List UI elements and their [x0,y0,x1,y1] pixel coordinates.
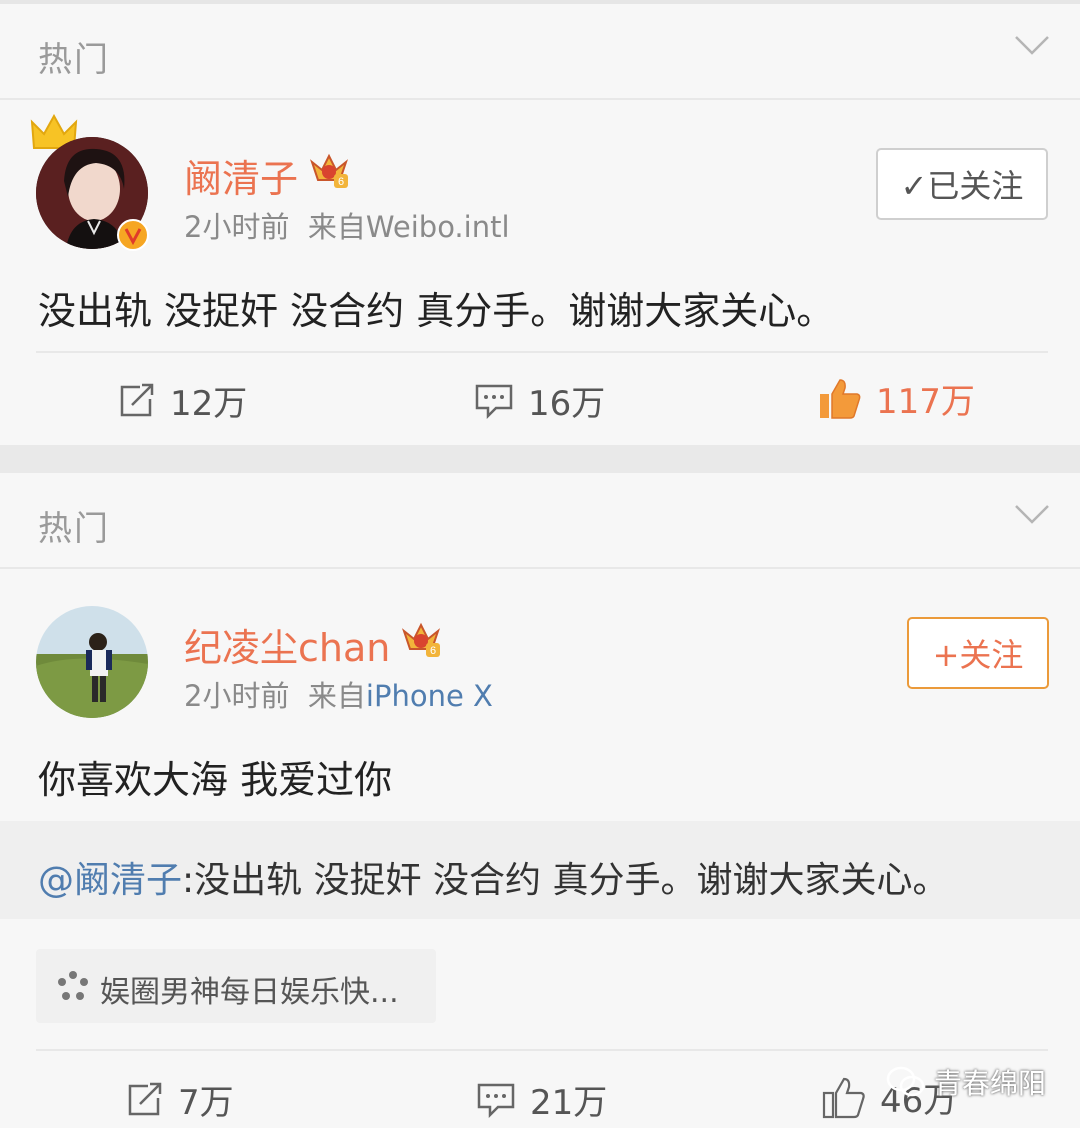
post-time: 2小时前 [184,210,290,244]
post-meta: 2小时前 来自iPhone X [184,673,493,715]
verified-icon [116,218,150,256]
post-source[interactable]: iPhone X [366,679,493,713]
watermark-label: 青春绵阳 [933,1067,1046,1100]
tag-icon [56,969,90,1007]
comment-count: 21万 [530,1083,608,1123]
comment-button[interactable]: 16万 [474,376,605,425]
username[interactable]: 阚清子 [184,148,298,203]
wechat-icon [886,1066,925,1097]
weibo-post: 阚清子 6 2小时前 来自Weibo.intl ✓已关注 没出轨 没捉奸 没合约… [0,100,1080,445]
divider [36,1049,1048,1051]
section-label: 热门 [38,509,110,549]
tag-label: 娱圈男神每日娱乐快... [100,975,399,1010]
repost-count: 12万 [170,384,248,424]
vip-badge-icon: 6 [308,150,350,194]
comment-icon [475,384,513,419]
like-count: 117万 [876,382,975,422]
vip-badge-icon: 6 [400,619,442,663]
repost-button[interactable]: 7万 [126,1075,234,1124]
post-text: 你喜欢大海 我爱过你 [38,758,393,802]
source-prefix: 来自 [307,679,366,713]
repost-count: 7万 [178,1083,234,1123]
quoted-text: @阚清子:没出轨 没捉奸 没合约 真分手。谢谢大家关心。 [38,851,948,903]
followed-button[interactable]: ✓已关注 [876,148,1048,220]
level-badge: 6 [338,176,344,188]
chevron-down-icon[interactable] [1014,34,1050,60]
post-time: 2小时前 [184,679,290,713]
like-icon [820,378,861,419]
section-header: 热门 [0,473,1080,569]
weibo-post: 纪凌尘chan 6 2小时前 来自iPhone X +关注 你喜欢大海 我爱过你 [0,569,1080,821]
like-icon [822,1077,865,1118]
repost-button[interactable]: 12万 [118,376,247,425]
level-badge: 6 [430,645,436,657]
quoted-mention[interactable]: @阚清子 [38,860,182,901]
username[interactable]: 纪凌尘chan [184,617,390,672]
chevron-down-icon[interactable] [1014,503,1050,529]
repost-icon [120,383,154,416]
comment-count: 16万 [528,384,606,424]
repost-icon [128,1082,162,1115]
quoted-post[interactable]: @阚清子:没出轨 没捉奸 没合约 真分手。谢谢大家关心。 [0,821,1080,919]
watermark: 青春绵阳 [886,1062,1046,1102]
section-header: 热门 [0,4,1080,100]
section-label: 热门 [38,40,110,80]
avatar[interactable] [36,606,148,718]
topic-tag[interactable]: 娱圈男神每日娱乐快... [36,949,436,1023]
like-button[interactable]: 117万 [818,374,975,423]
comment-icon [477,1083,515,1118]
source-prefix: 来自 [307,210,366,244]
divider [36,351,1048,353]
card-gap [0,445,1080,473]
follow-button[interactable]: +关注 [907,617,1049,689]
post-meta: 2小时前 来自Weibo.intl [184,204,510,246]
post-source: Weibo.intl [365,210,510,244]
post-text: 没出轨 没捉奸 没合约 真分手。谢谢大家关心。 [38,289,835,333]
quoted-content: :没出轨 没捉奸 没合约 真分手。谢谢大家关心。 [182,860,949,901]
comment-button[interactable]: 21万 [476,1075,607,1124]
